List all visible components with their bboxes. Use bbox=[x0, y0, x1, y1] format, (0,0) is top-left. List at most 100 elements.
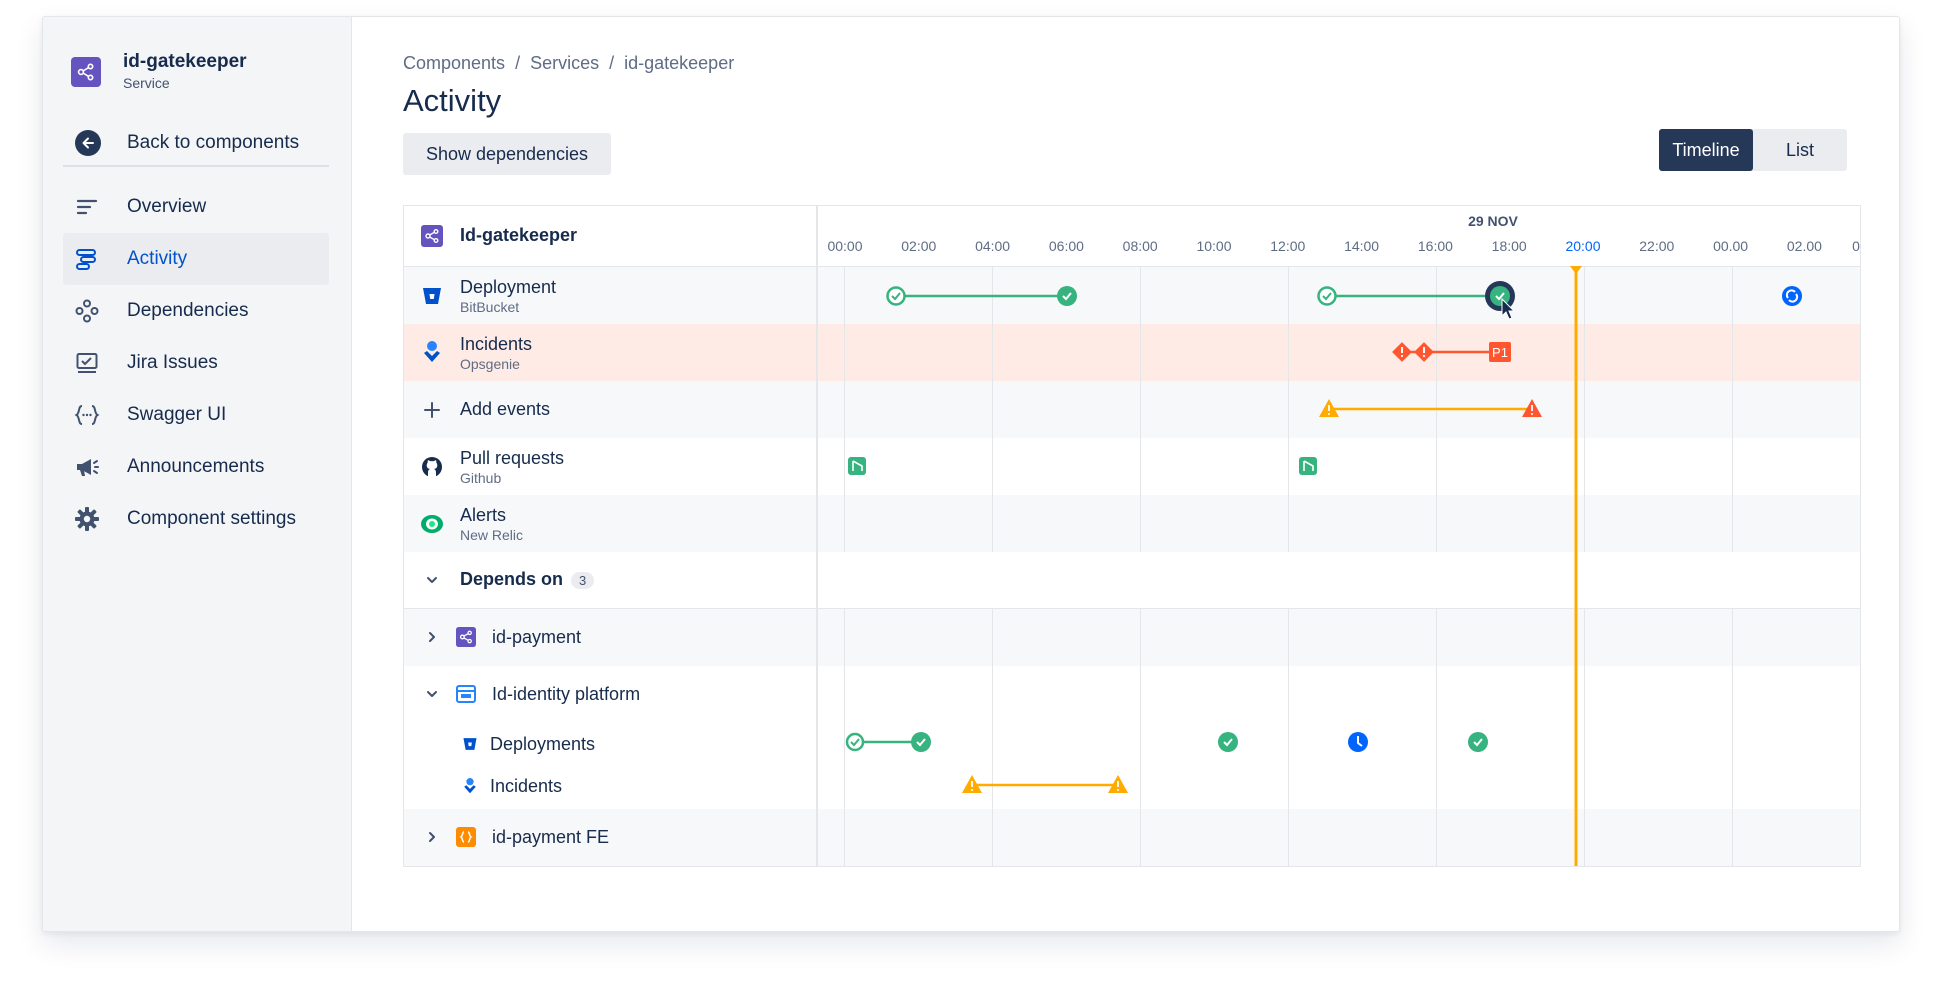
dependency-identity-platform[interactable]: Id-identity platform bbox=[404, 666, 816, 723]
time-tick-label: 14:00 bbox=[1344, 238, 1379, 254]
time-tick-label: 0 bbox=[1852, 238, 1860, 254]
service-type: Service bbox=[123, 75, 170, 91]
breadcrumb-components[interactable]: Components bbox=[403, 53, 505, 73]
time-tick-label: 00.00 bbox=[1713, 238, 1748, 254]
chevron-right-icon bbox=[420, 625, 444, 649]
bitbucket-icon bbox=[420, 284, 444, 308]
incident-alert-marker[interactable] bbox=[1414, 342, 1434, 362]
service-icon bbox=[454, 625, 478, 649]
show-dependencies-button[interactable]: Show dependencies bbox=[403, 133, 611, 175]
service-icon bbox=[71, 56, 101, 87]
time-tick-label: 22:00 bbox=[1639, 238, 1674, 254]
pull-requests-row[interactable]: Pull requests Github bbox=[404, 438, 816, 495]
row-subtitle: Github bbox=[460, 470, 502, 486]
row-title: Alerts bbox=[460, 505, 507, 525]
incidents-row[interactable]: Incidents Opsgenie bbox=[404, 324, 816, 381]
chevron-down-icon bbox=[420, 682, 444, 706]
breadcrumb-current[interactable]: id-gatekeeper bbox=[624, 53, 734, 73]
dependency-id-payment-fe[interactable]: id-payment FE bbox=[404, 809, 816, 866]
row-subtitle: New Relic bbox=[460, 527, 524, 543]
incident-p1-badge[interactable]: P1 bbox=[1489, 342, 1511, 362]
pull-request-marker[interactable] bbox=[1299, 457, 1317, 475]
sidebar-item-announcements[interactable]: Announcements bbox=[63, 441, 329, 493]
timeline-grid: 29 NOV 00:00 02:00 04:00 06:00 08:00 10:00 12:… bbox=[818, 206, 1860, 866]
deployment-success-marker[interactable] bbox=[1057, 286, 1077, 306]
sidebar-item-activity[interactable]: Activity bbox=[63, 233, 329, 285]
breadcrumb-services[interactable]: Services bbox=[530, 53, 599, 73]
time-tick-label: 00:00 bbox=[827, 238, 862, 254]
back-to-components-link[interactable]: Back to components bbox=[63, 121, 329, 167]
sidebar-item-jira-issues[interactable]: Jira Issues bbox=[63, 337, 329, 389]
time-tick-label: 20:00 bbox=[1565, 238, 1600, 254]
deployment-started-marker[interactable] bbox=[1317, 286, 1337, 306]
jira-issues-icon bbox=[73, 349, 101, 377]
time-tick-label: 06:00 bbox=[1049, 238, 1084, 254]
depends-on-count-badge: 3 bbox=[571, 572, 595, 589]
depends-on-toggle[interactable]: Depends on 3 bbox=[404, 552, 816, 608]
sidebar-item-dependencies[interactable]: Dependencies bbox=[63, 285, 329, 337]
gear-icon bbox=[73, 505, 101, 533]
time-tick-label: 02:00 bbox=[901, 238, 936, 254]
sidebar-item-overview[interactable]: Overview bbox=[63, 181, 329, 233]
deployment-selected-marker[interactable] bbox=[1485, 281, 1515, 311]
platform-icon bbox=[454, 682, 478, 706]
sidebar-item-label: Announcements bbox=[127, 456, 265, 477]
sidebar-item-label: Dependencies bbox=[127, 300, 249, 321]
list-toggle-button[interactable]: List bbox=[1753, 129, 1847, 171]
deployment-row[interactable]: Deployment BitBucket bbox=[404, 267, 816, 324]
incident-alert-marker[interactable] bbox=[1392, 342, 1412, 362]
deployment-success-marker[interactable] bbox=[911, 732, 931, 752]
timeline-header-title: Id-gatekeeper bbox=[460, 225, 578, 245]
sidebar-item-component-settings[interactable]: Component settings bbox=[63, 493, 329, 545]
pull-request-marker[interactable] bbox=[848, 457, 866, 475]
row-subtitle: Opsgenie bbox=[460, 356, 520, 372]
view-toggle: Timeline List bbox=[1659, 129, 1847, 171]
dependency-name: id-payment FE bbox=[492, 827, 610, 847]
dependency-id-payment[interactable]: id-payment bbox=[404, 609, 816, 666]
add-events-row[interactable]: Add events bbox=[404, 381, 816, 438]
row-subtitle: BitBucket bbox=[460, 299, 520, 315]
timeline-panel: Id-gatekeeper Deployment BitBucket Incid… bbox=[403, 205, 1861, 867]
dependency-child-incidents[interactable]: Incidents bbox=[404, 765, 816, 807]
deployment-pending-marker[interactable] bbox=[1348, 732, 1368, 752]
alerts-row[interactable]: Alerts New Relic bbox=[404, 495, 816, 552]
timeline-toggle-button[interactable]: Timeline bbox=[1659, 129, 1753, 171]
sidebar: id-gatekeeper Service Back to components… bbox=[43, 17, 352, 931]
sidebar-nav: Overview Activity Dependencies Jira Issu… bbox=[63, 181, 329, 545]
current-time-marker bbox=[1570, 266, 1582, 274]
time-tick-label: 16:00 bbox=[1418, 238, 1453, 254]
time-tick-label: 12:00 bbox=[1270, 238, 1305, 254]
overview-icon bbox=[73, 193, 101, 221]
sidebar-item-swagger[interactable]: Swagger UI bbox=[63, 389, 329, 441]
dependency-child-deployments[interactable]: Deployments bbox=[404, 723, 816, 765]
deployment-success-marker[interactable] bbox=[1468, 732, 1488, 752]
time-tick-label: 02.00 bbox=[1787, 238, 1822, 254]
github-icon bbox=[420, 455, 444, 479]
breadcrumb-separator: / bbox=[609, 53, 615, 73]
opsgenie-icon bbox=[458, 774, 482, 798]
dependencies-icon bbox=[73, 297, 101, 325]
row-title: Add events bbox=[460, 399, 551, 419]
arrow-left-icon bbox=[75, 130, 101, 156]
deployment-started-marker[interactable] bbox=[845, 732, 865, 752]
sidebar-item-label: Jira Issues bbox=[127, 352, 218, 373]
sidebar-item-label: Component settings bbox=[127, 508, 296, 529]
time-tick-label: 08:00 bbox=[1123, 238, 1158, 254]
bitbucket-icon bbox=[458, 732, 482, 756]
page-title: Activity bbox=[403, 83, 502, 118]
time-tick-label: 04:00 bbox=[975, 238, 1010, 254]
dependency-name: Id-identity platform bbox=[492, 684, 641, 704]
chevron-right-icon bbox=[420, 825, 444, 849]
newrelic-icon bbox=[420, 512, 444, 536]
time-tick-label: 18:00 bbox=[1492, 238, 1527, 254]
back-label: Back to components bbox=[127, 132, 300, 153]
dependency-child-name: Incidents bbox=[490, 776, 563, 796]
deployment-in-progress-marker[interactable] bbox=[1782, 286, 1802, 306]
timeline-canvas: 29 NOV 00:00 02:00 04:00 06:00 08:00 10:00 12:… bbox=[827, 213, 1860, 866]
frontend-icon bbox=[454, 825, 478, 849]
breadcrumb-separator: / bbox=[515, 53, 521, 73]
deployment-success-marker[interactable] bbox=[1218, 732, 1238, 752]
dependency-child-name: Deployments bbox=[490, 734, 596, 754]
service-icon bbox=[420, 224, 444, 248]
deployment-started-marker[interactable] bbox=[886, 286, 906, 306]
